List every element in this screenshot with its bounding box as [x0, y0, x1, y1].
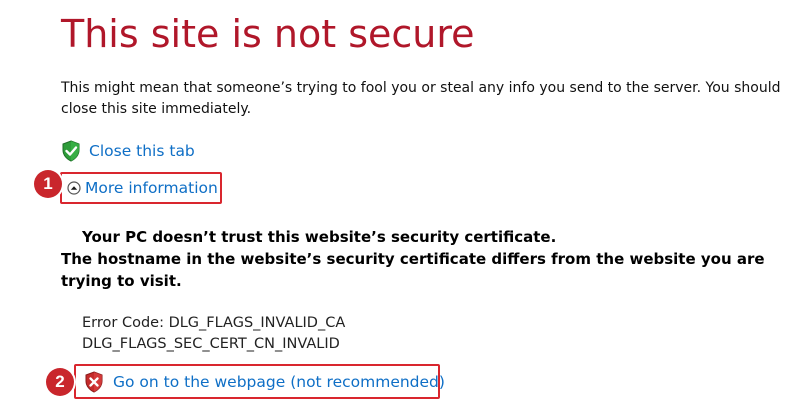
error-code-block: Error Code: DLG_FLAGS_INVALID_CA DLG_FLA…	[82, 313, 345, 355]
cert-untrusted-text: Your PC doesn’t trust this website’s sec…	[82, 228, 557, 246]
step-1-callout-badge: 1	[34, 170, 62, 198]
close-tab-link[interactable]: Close this tab	[89, 142, 195, 160]
error-code-line-1: Error Code: DLG_FLAGS_INVALID_CA	[82, 315, 346, 331]
red-shield-x-icon	[84, 370, 104, 393]
close-tab-link-row[interactable]: Close this tab	[61, 140, 195, 162]
go-on-to-webpage-link[interactable]: Go on to the webpage (not recommended)	[113, 373, 445, 391]
more-information-link[interactable]: More information	[85, 179, 218, 197]
step-2-callout-badge: 2	[46, 368, 74, 396]
chevron-up-circle-icon	[67, 181, 81, 195]
green-shield-check-icon	[61, 140, 81, 162]
hostname-mismatch-text: The hostname in the website’s security c…	[61, 250, 765, 290]
more-information-link-highlight[interactable]: More information	[60, 172, 222, 204]
go-on-link-highlight[interactable]: Go on to the webpage (not recommended)	[74, 364, 445, 399]
error-code-line-2: DLG_FLAGS_SEC_CERT_CN_INVALID	[82, 336, 340, 352]
page-title: This site is not secure	[61, 12, 475, 56]
warning-description: This might mean that someone’s trying to…	[61, 80, 781, 117]
error-page: This site is not secure This might mean …	[0, 0, 801, 416]
